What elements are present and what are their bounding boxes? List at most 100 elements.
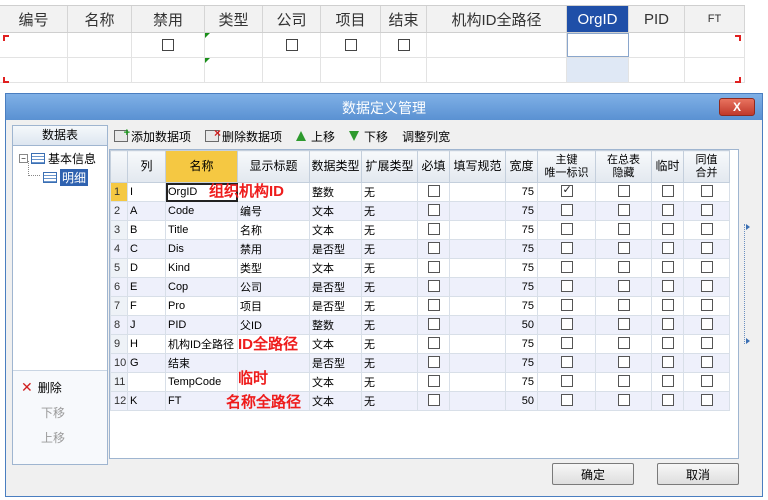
temp-checkbox-cell[interactable] — [651, 277, 684, 297]
checkbox[interactable] — [427, 279, 440, 292]
field-name-cell[interactable]: TempCode — [165, 372, 238, 392]
cancel-button[interactable]: 取消 — [657, 463, 739, 485]
temp-checkbox-cell[interactable] — [651, 239, 684, 259]
ext-type-cell[interactable]: 无 — [361, 201, 418, 221]
primary-key-checkbox-cell[interactable] — [537, 372, 596, 392]
checkbox[interactable] — [700, 374, 713, 387]
checkbox[interactable] — [661, 203, 674, 216]
checkbox[interactable] — [661, 222, 674, 235]
column-letter-cell[interactable]: F — [127, 296, 166, 316]
column-letter-cell[interactable]: H — [127, 334, 166, 354]
merge-checkbox-cell[interactable] — [683, 182, 730, 202]
checkbox[interactable] — [700, 184, 713, 197]
merge-checkbox-cell[interactable] — [683, 296, 730, 316]
checkbox[interactable] — [661, 336, 674, 349]
field-row[interactable]: 12 K FT 文本无 50 — [110, 391, 730, 411]
sheet-cell[interactable] — [132, 33, 205, 57]
column-header[interactable]: 扩展类型 — [361, 150, 418, 183]
column-header[interactable]: 必填 — [417, 150, 450, 183]
width-cell[interactable]: 50 — [505, 391, 538, 411]
checkbox[interactable] — [661, 393, 674, 406]
sheet-col-header[interactable]: PID — [629, 6, 685, 32]
sheet-col-header[interactable]: 公司 — [263, 6, 321, 32]
field-row[interactable]: 6 E Cop 公司 是否型无 75 — [110, 277, 730, 297]
checkbox-checked[interactable] — [560, 183, 573, 197]
sheet-cell[interactable] — [629, 58, 685, 82]
sheet-col-header[interactable]: 编号 — [0, 6, 68, 32]
data-type-cell[interactable]: 是否型 — [309, 296, 362, 316]
checkbox[interactable] — [700, 279, 713, 292]
row-number[interactable]: 7 — [110, 296, 128, 316]
ext-type-cell[interactable]: 无 — [361, 372, 418, 392]
row-number[interactable]: 5 — [110, 258, 128, 278]
sheet-checkbox[interactable] — [344, 39, 357, 51]
data-type-cell[interactable]: 文本 — [309, 372, 362, 392]
width-cell[interactable]: 75 — [505, 277, 538, 297]
checkbox[interactable] — [661, 241, 674, 254]
checkbox[interactable] — [560, 203, 573, 216]
data-type-cell[interactable]: 文本 — [309, 334, 362, 354]
sheet-cell[interactable] — [205, 33, 263, 57]
required-checkbox-cell[interactable] — [417, 239, 450, 259]
primary-key-checkbox-cell[interactable] — [537, 334, 596, 354]
merge-checkbox-cell[interactable] — [683, 258, 730, 278]
ext-type-cell[interactable]: 无 — [361, 220, 418, 240]
field-row[interactable]: 1 I OrgID 整数无 75 — [110, 182, 730, 202]
move-down-item-button[interactable]: 下移 — [349, 128, 388, 145]
adjust-width-button[interactable]: 调整列宽 — [402, 128, 450, 145]
row-number[interactable]: 3 — [110, 220, 128, 240]
hide-checkbox-cell[interactable] — [595, 220, 652, 240]
data-type-cell[interactable]: 整数 — [309, 182, 362, 202]
checkbox[interactable] — [617, 355, 630, 368]
sheet-cell[interactable] — [263, 58, 321, 82]
sheet-cell[interactable] — [0, 58, 68, 82]
primary-key-checkbox-cell[interactable] — [537, 182, 596, 202]
required-checkbox-cell[interactable] — [417, 258, 450, 278]
checkbox[interactable] — [700, 260, 713, 273]
checkbox[interactable] — [617, 203, 630, 216]
sheet-cell[interactable] — [205, 58, 263, 82]
input-rule-cell[interactable] — [449, 391, 506, 411]
checkbox[interactable] — [617, 393, 630, 406]
sheet-col-header[interactable]: FT — [685, 6, 745, 32]
row-number[interactable]: 11 — [110, 372, 128, 392]
required-checkbox-cell[interactable] — [417, 353, 450, 373]
sheet-checkbox[interactable] — [285, 39, 298, 51]
width-cell[interactable]: 75 — [505, 258, 538, 278]
checkbox[interactable] — [427, 222, 440, 235]
row-number[interactable]: 8 — [110, 315, 128, 335]
column-header[interactable]: 同值 合并 — [683, 150, 730, 183]
column-header[interactable]: 显示标题 — [237, 150, 310, 183]
input-rule-cell[interactable] — [449, 258, 506, 278]
checkbox[interactable] — [617, 298, 630, 311]
display-title-cell[interactable]: 禁用 — [237, 239, 310, 259]
checkbox[interactable] — [427, 374, 440, 387]
hide-checkbox-cell[interactable] — [595, 353, 652, 373]
sheet-cell[interactable] — [263, 33, 321, 57]
column-letter-cell[interactable] — [127, 372, 166, 392]
display-title-cell[interactable]: 类型 — [237, 258, 310, 278]
field-name-cell[interactable]: Pro — [165, 296, 238, 316]
checkbox[interactable] — [427, 393, 440, 406]
hide-checkbox-cell[interactable] — [595, 296, 652, 316]
collapse-icon[interactable]: − — [19, 154, 28, 163]
checkbox[interactable] — [560, 222, 573, 235]
temp-checkbox-cell[interactable] — [651, 315, 684, 335]
column-header[interactable]: 主键 唯一标识 — [537, 150, 596, 183]
checkbox[interactable] — [617, 260, 630, 273]
checkbox[interactable] — [427, 317, 440, 330]
column-header[interactable]: 填写规范 — [449, 150, 506, 183]
checkbox[interactable] — [427, 260, 440, 273]
sheet-checkbox[interactable] — [397, 39, 410, 51]
column-letter-cell[interactable]: D — [127, 258, 166, 278]
sheet-cell[interactable] — [427, 58, 567, 82]
checkbox[interactable] — [700, 241, 713, 254]
row-number[interactable]: 6 — [110, 277, 128, 297]
field-name-cell[interactable]: 结束 — [165, 353, 238, 373]
column-header[interactable]: 列 — [127, 150, 166, 183]
ext-type-cell[interactable]: 无 — [361, 258, 418, 278]
checkbox[interactable] — [617, 374, 630, 387]
required-checkbox-cell[interactable] — [417, 220, 450, 240]
field-name-cell[interactable]: PID — [165, 315, 238, 335]
checkbox[interactable] — [661, 317, 674, 330]
